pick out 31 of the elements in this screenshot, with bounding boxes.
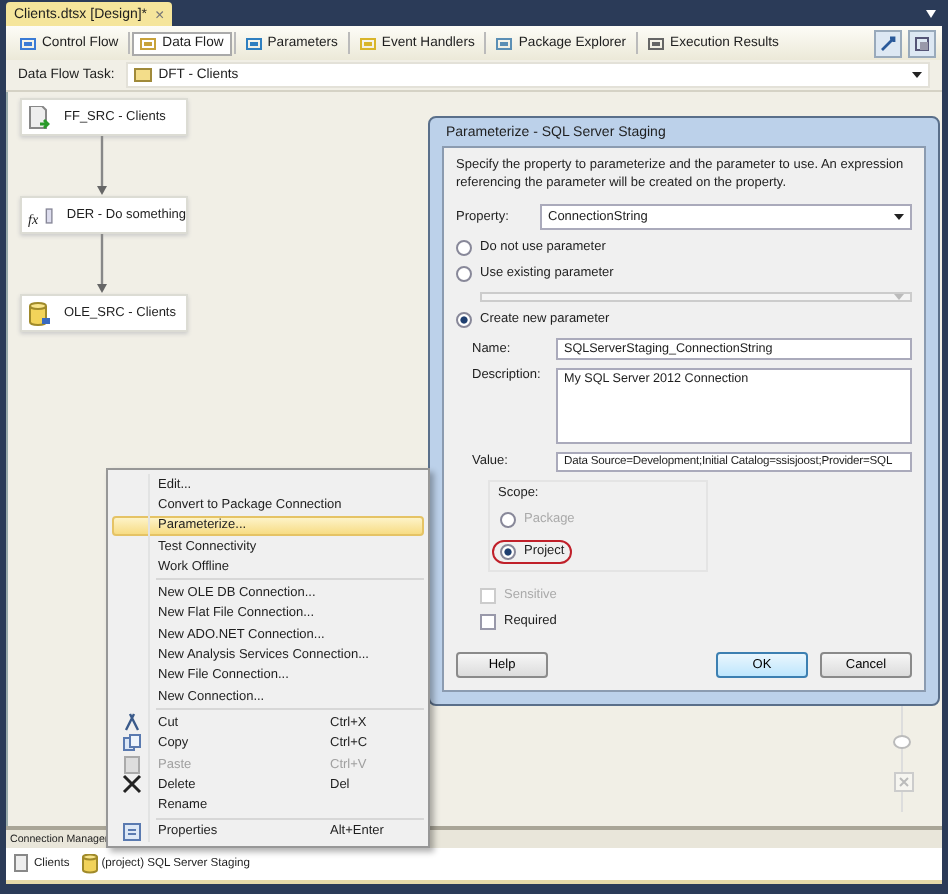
dropdown-icon — [894, 293, 904, 300]
copy-icon — [121, 733, 141, 754]
dropdown-icon — [926, 9, 936, 17]
close-icon — [121, 774, 141, 795]
dropdown-icon — [894, 213, 904, 220]
flow-arrow — [96, 234, 108, 294]
diagonal-arrow-icon — [880, 35, 896, 51]
tab-icon — [20, 35, 36, 51]
radio-button[interactable] — [456, 239, 472, 256]
properties-icon — [121, 821, 141, 842]
node-icon — [28, 301, 52, 325]
tab-icon — [496, 35, 513, 51]
toolbar-button[interactable] — [908, 29, 936, 57]
close-button[interactable]: × — [155, 5, 165, 23]
radio-button[interactable] — [456, 311, 472, 328]
tab-icon — [245, 35, 262, 51]
node-icon — [28, 105, 52, 129]
task-icon — [134, 68, 153, 82]
toolbar-button[interactable] — [874, 29, 902, 57]
flow-arrow — [96, 136, 108, 196]
clipboard-icon — [121, 754, 141, 775]
tab-icon — [140, 35, 157, 51]
radio-button[interactable] — [456, 265, 472, 282]
tab-icon — [359, 35, 376, 51]
dropdown-icon — [912, 72, 922, 78]
scissors-icon — [121, 712, 141, 733]
window-icon — [914, 35, 930, 51]
connection-icon — [81, 854, 98, 874]
fit-icon — [894, 772, 914, 792]
tab-icon — [648, 35, 665, 51]
connection-icon — [14, 854, 30, 874]
